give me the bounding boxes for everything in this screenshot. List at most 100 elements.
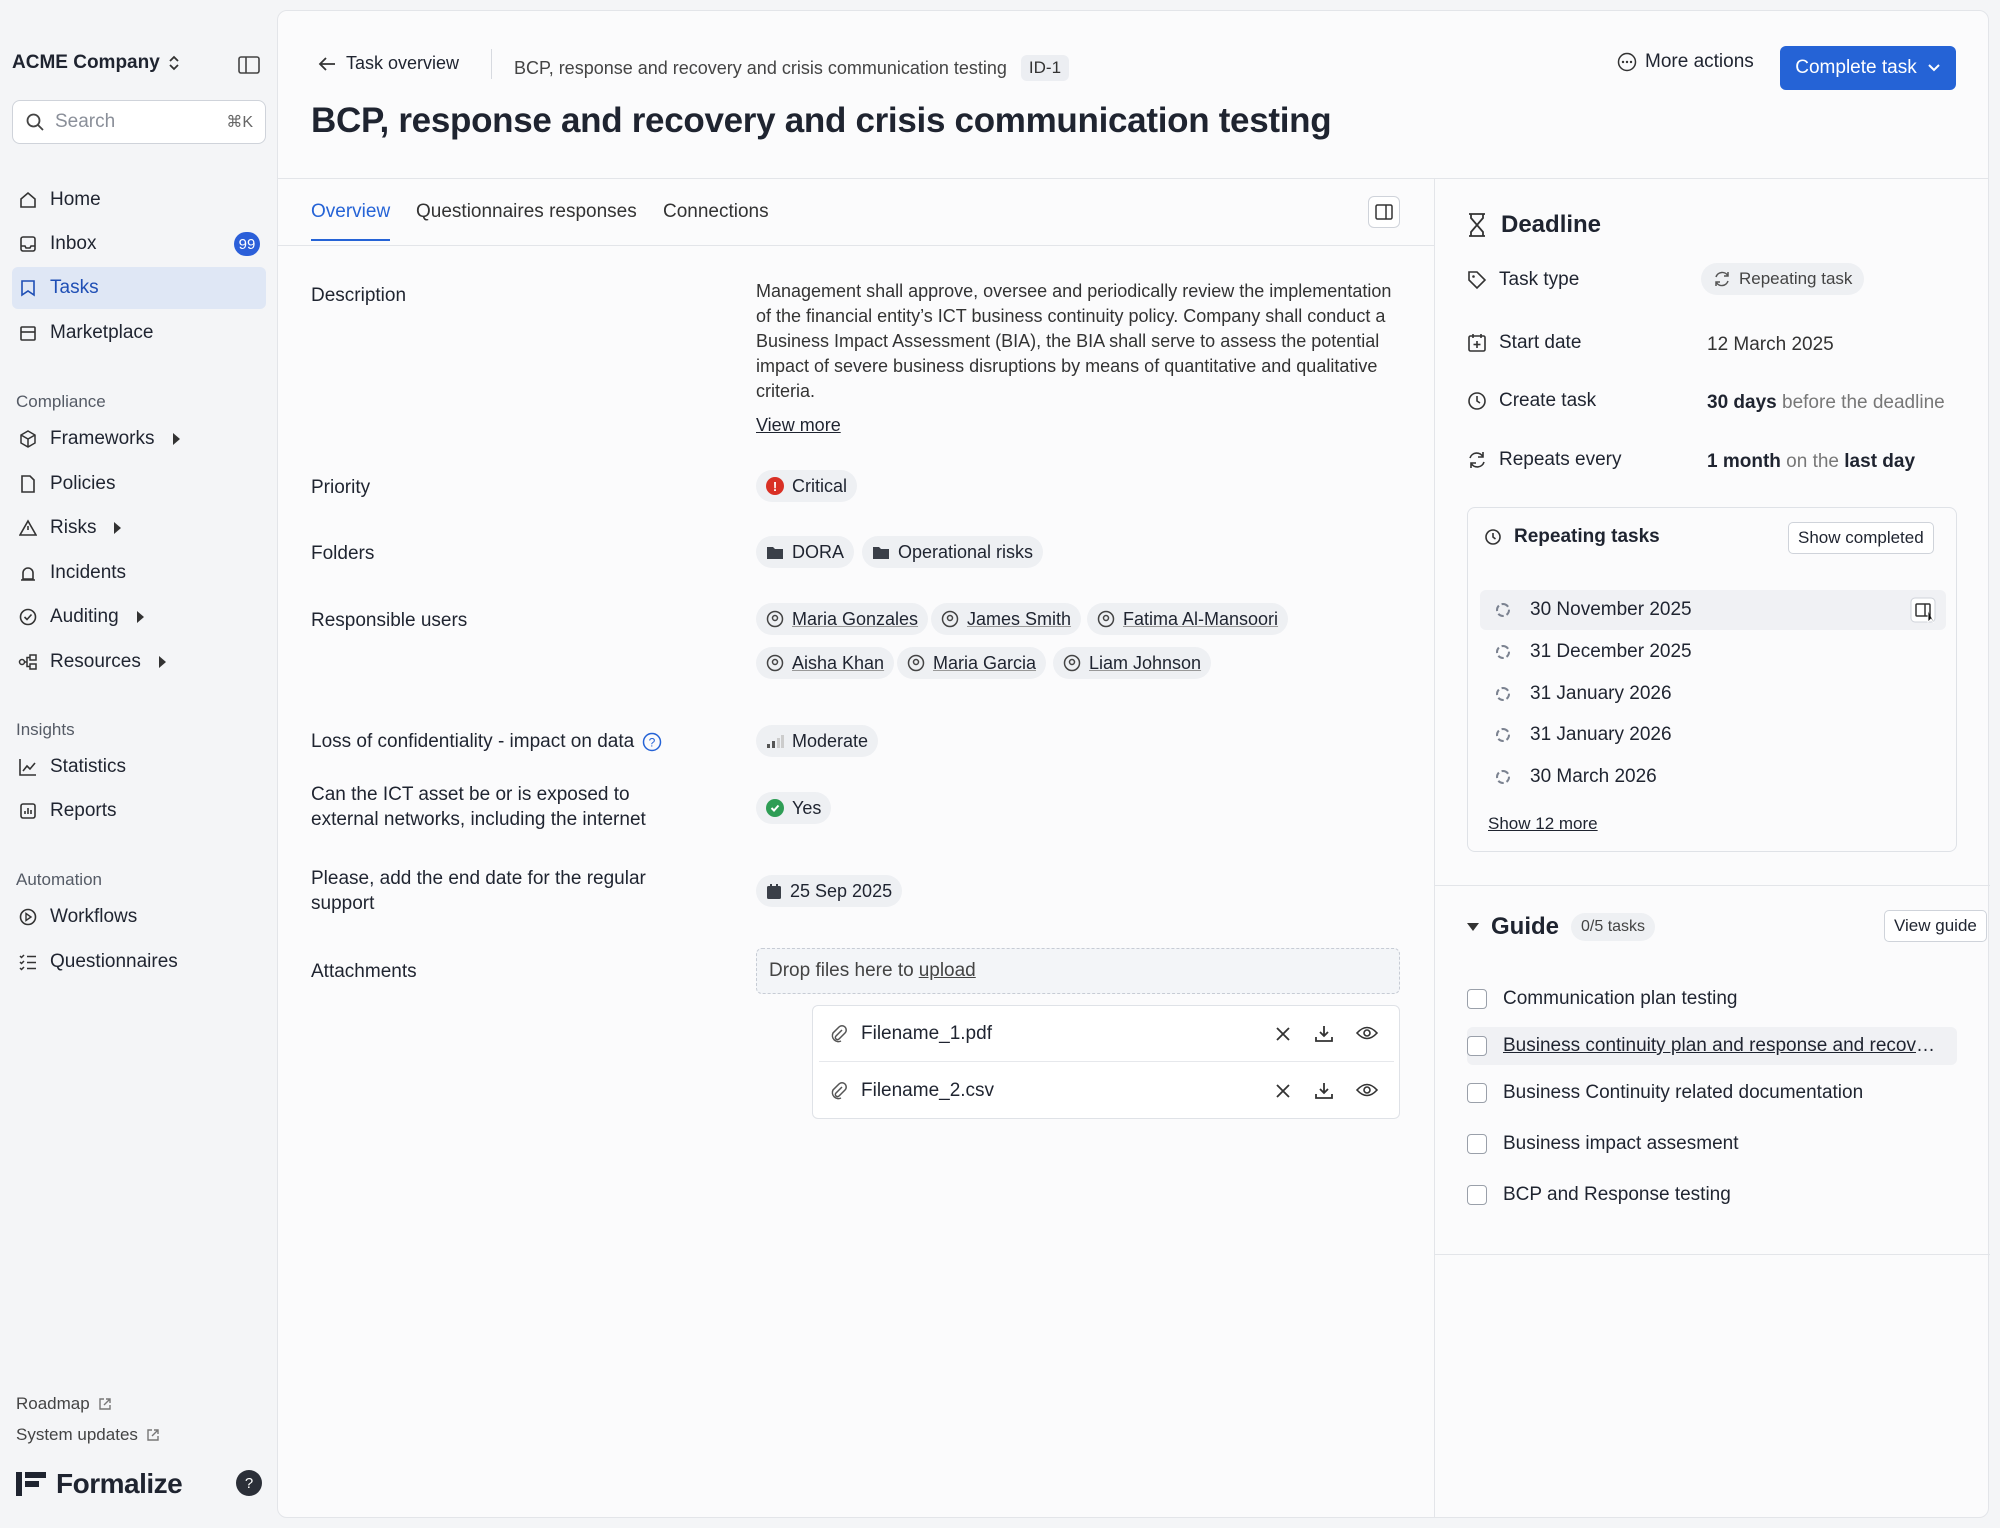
file-dropzone[interactable]: Drop files here to upload [756,948,1400,994]
checkbox[interactable] [1467,1036,1487,1056]
sidebar-item-resources[interactable]: Resources [12,641,266,683]
eye-icon[interactable] [1356,1025,1378,1043]
sidebar-item-reports[interactable]: Reports [12,790,266,832]
attachments-label: Attachments [311,961,417,982]
help-circle-icon[interactable]: ? [642,732,662,752]
external-link-icon [146,1428,160,1442]
repeating-task-item[interactable]: 30 November 2025 [1480,590,1946,630]
play-circle-icon [18,907,38,927]
complete-task-button[interactable]: Complete task [1780,46,1956,90]
sidebar-item-frameworks[interactable]: Frameworks [12,418,266,460]
responsible-users-label: Responsible users [311,610,468,631]
sidebar-item-questionnaires[interactable]: Questionnaires [12,941,266,983]
cube-icon [18,429,38,449]
repeating-task-item[interactable]: 31 January 2026 [1480,715,1946,755]
back-to-task-overview[interactable]: Task overview [318,53,459,74]
priority-badge[interactable]: ! Critical [756,470,858,502]
confidentiality-badge[interactable]: Moderate [756,725,879,757]
guide-task-item[interactable]: Business impact assesment [1467,1125,1957,1163]
document-icon [18,474,38,494]
exposed-badge[interactable]: Yes [756,792,832,824]
view-guide-button[interactable]: View guide [1884,910,1987,942]
remove-file-icon[interactable] [1274,1082,1292,1100]
tasks-icon [18,278,38,298]
show-completed-button[interactable]: Show completed [1788,522,1934,554]
repeating-task-item[interactable]: 30 March 2026 [1480,757,1946,797]
task-type-label: Task type [1467,269,1579,291]
remove-file-icon[interactable] [1274,1025,1292,1043]
checkbox[interactable] [1467,1134,1487,1154]
guide-task-item[interactable]: Business Continuity related documentatio… [1467,1074,1957,1112]
user-chip[interactable]: Maria Gonzales [756,603,929,635]
eye-icon[interactable] [1356,1082,1378,1100]
tab-questionnaires-responses[interactable]: Questionnaires responses [416,201,637,239]
chevron-updown-icon [168,54,180,72]
sidebar-item-risks[interactable]: Risks [12,507,266,549]
side-panel-toggle[interactable] [1368,196,1400,228]
view-more-link[interactable]: View more [756,415,841,436]
inbox-count-badge: 99 [234,232,260,256]
user-chip[interactable]: James Smith [931,603,1082,635]
sidebar-item-home[interactable]: Home [12,179,266,221]
tab-overview[interactable]: Overview [311,201,391,241]
sidebar-item-tasks[interactable]: Tasks [12,267,266,309]
calendar-plus-icon [1467,333,1487,353]
chart-line-icon [18,757,38,777]
list-check-icon [18,952,38,972]
task-type-badge[interactable]: Repeating task [1701,263,1865,295]
sidebar-item-inbox[interactable]: Inbox 99 [12,223,266,265]
checkbox[interactable] [1467,989,1487,1009]
checkbox[interactable] [1467,1083,1487,1103]
sidebar-item-workflows[interactable]: Workflows [12,896,266,938]
sidebar-item-auditing[interactable]: Auditing [12,596,266,638]
sidebar-item-incidents[interactable]: Incidents [12,552,266,594]
guide-header[interactable]: Guide 0/5 tasks [1467,913,1656,941]
folder-chip[interactable]: Operational risks [862,536,1044,568]
pending-circle-icon [1496,770,1510,784]
breadcrumb-current: BCP, response and recovery and crisis co… [514,57,1007,78]
download-icon[interactable] [1314,1082,1334,1100]
sidebar-item-statistics[interactable]: Statistics [12,746,266,788]
attachment-name: Filename_1.pdf [861,1022,992,1044]
checkbox[interactable] [1467,1185,1487,1205]
guide-task-item[interactable]: Communication plan testing [1467,980,1957,1018]
tab-connections[interactable]: Connections [663,201,769,239]
folder-chip[interactable]: DORA [756,536,855,568]
attachment-row: Filename_1.pdf [819,1006,1394,1062]
repeating-task-item[interactable]: 31 December 2025 [1480,632,1946,672]
search-icon [25,112,45,132]
company-switcher[interactable]: ACME Company [12,52,180,74]
guide-task-item[interactable]: Business continuity plan and response an… [1467,1027,1957,1065]
download-icon[interactable] [1314,1025,1334,1043]
folder-icon [766,545,784,560]
sidebar-item-marketplace[interactable]: Marketplace [12,312,266,354]
upload-link[interactable]: upload [919,960,976,982]
pending-circle-icon [1496,687,1510,701]
open-panel-icon[interactable] [1910,597,1936,623]
user-chip[interactable]: Aisha Khan [756,647,895,679]
system-updates-link[interactable]: System updates [16,1425,160,1445]
roadmap-link[interactable]: Roadmap [16,1394,112,1414]
more-actions-button[interactable]: More actions [1617,51,1754,73]
show-more-link[interactable]: Show 12 more [1488,814,1598,834]
search-input[interactable]: Search ⌘K [12,100,266,144]
user-chip[interactable]: Liam Johnson [1053,647,1212,679]
sidebar-item-label: Risks [50,517,97,538]
breadcrumb: BCP, response and recovery and crisis co… [514,55,1070,81]
end-date-badge[interactable]: 25 Sep 2025 [756,875,903,907]
repeating-tasks-heading: Repeating tasks [1484,526,1660,548]
guide-task-item[interactable]: BCP and Response testing [1467,1176,1957,1214]
folders-label: Folders [311,543,375,564]
sidebar-item-label: Incidents [50,562,127,583]
user-chip[interactable]: Fatima Al-Mansoori [1087,603,1289,635]
user-circle-icon [1063,654,1081,672]
sidebar-item-policies[interactable]: Policies [12,463,266,505]
store-icon [18,323,38,343]
repeating-task-item[interactable]: 31 January 2026 [1480,674,1946,714]
section-compliance: Compliance [16,392,106,411]
user-chip[interactable]: Maria Garcia [897,647,1047,679]
confidentiality-field: Loss of confidentiality - impact on data… [311,729,731,754]
sidebar-collapse-icon[interactable] [238,56,262,76]
breadcrumb-divider [491,49,492,79]
help-button[interactable]: ? [236,1470,262,1496]
